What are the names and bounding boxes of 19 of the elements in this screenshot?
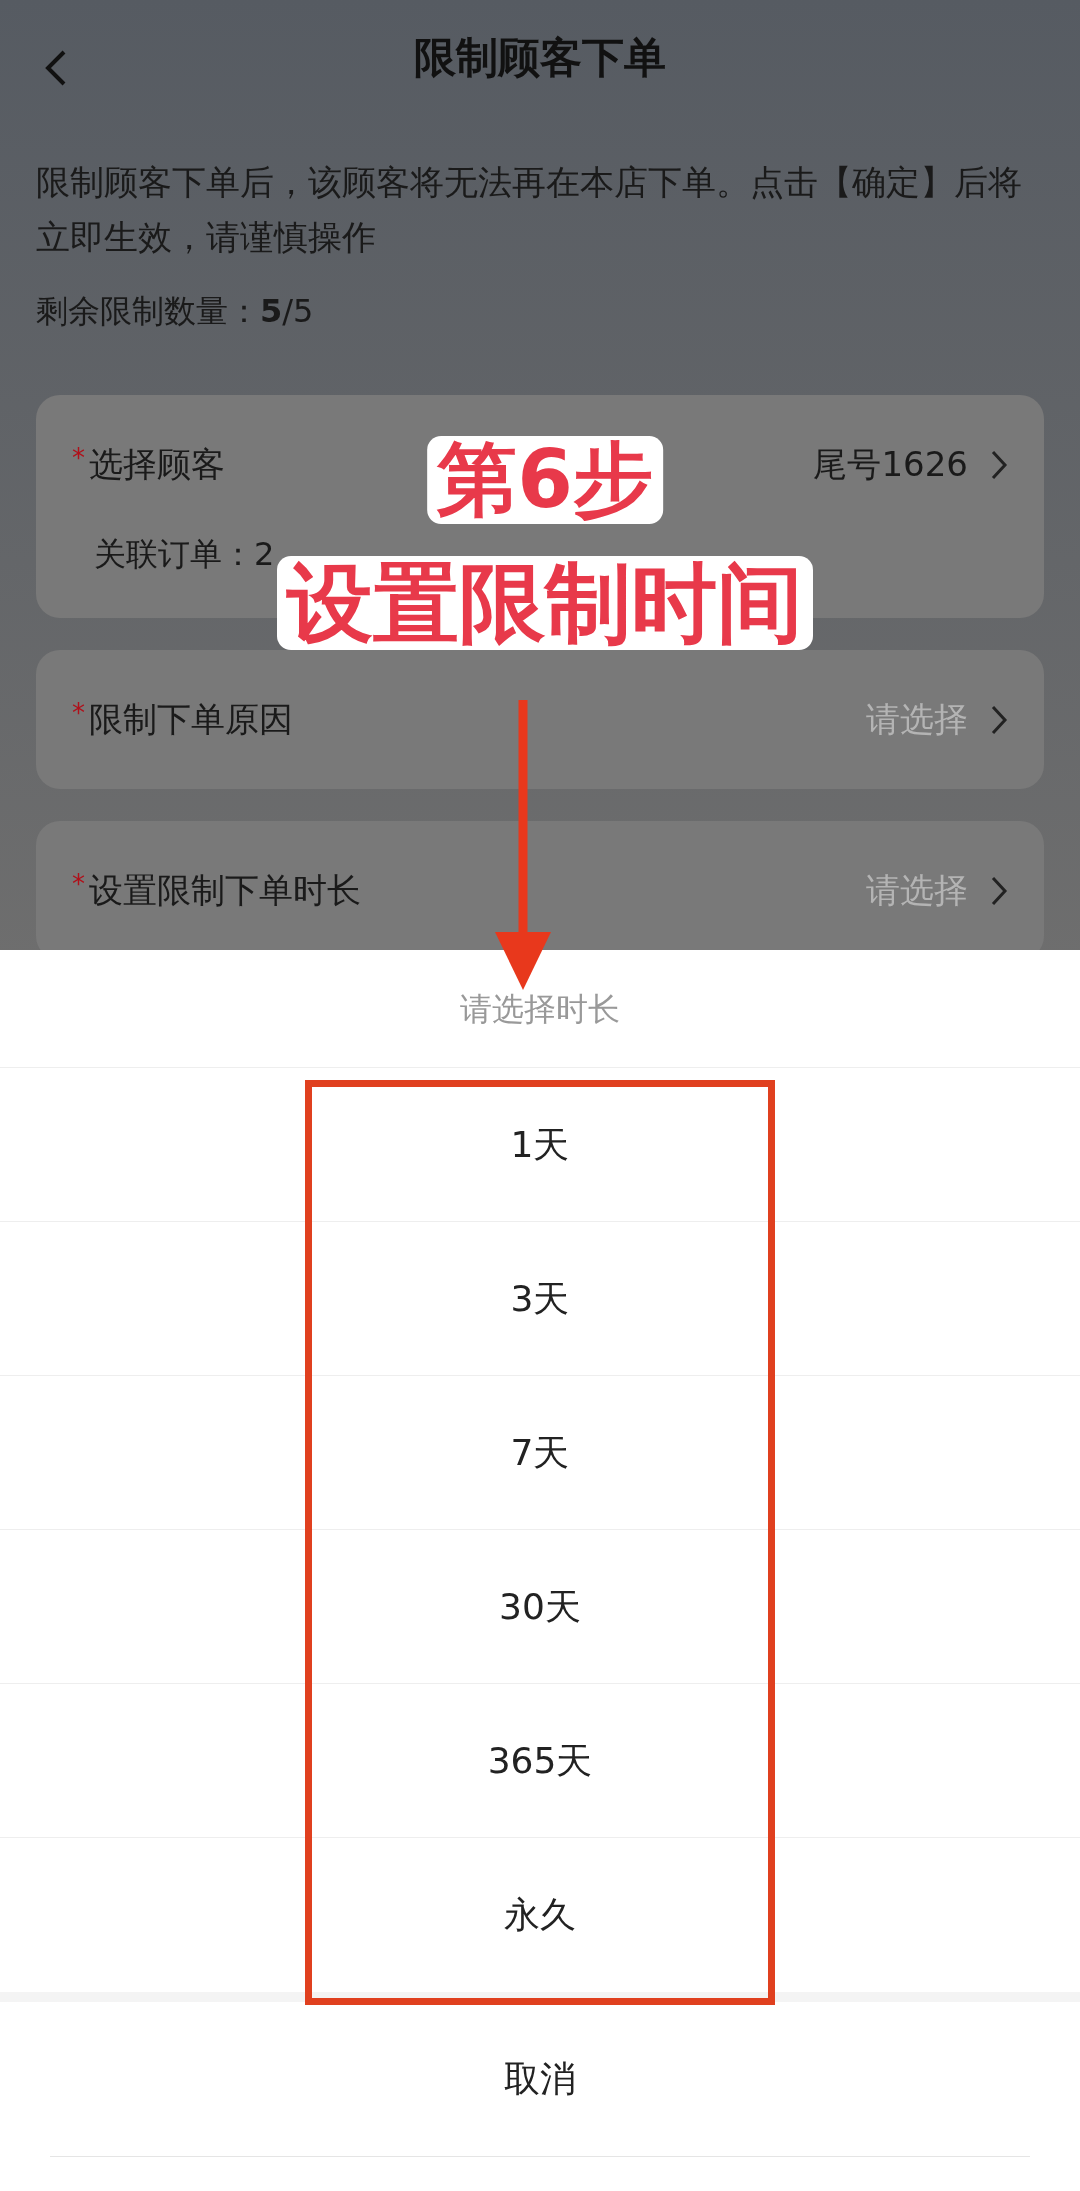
field-value: 尾号1626 — [813, 443, 968, 486]
field-label: 限制下单原因 — [89, 698, 293, 741]
field-placeholder: 请选择 — [866, 869, 968, 912]
form-card[interactable]: *限制下单原因 请选择 — [36, 650, 1044, 789]
chevron-right-icon — [990, 703, 1008, 736]
required-mark: * — [72, 442, 85, 475]
page-title: 限制顾客下单 — [414, 32, 666, 84]
chevron-right-icon — [990, 448, 1008, 481]
field-label: 设置限制下单时长 — [89, 869, 361, 912]
notice-text: 限制顾客下单后，该顾客将无法再在本店下单。点击【确定】后将立即生效，请谨慎操作 — [36, 162, 1023, 259]
required-mark: * — [72, 697, 85, 730]
linked-order: 关联订单：2 — [93, 534, 276, 575]
chevron-right-icon — [990, 874, 1008, 907]
field-label: 选择顾客 — [89, 443, 225, 486]
required-mark: * — [72, 868, 85, 901]
annotation-step: 第6步 — [427, 436, 663, 524]
field-placeholder: 请选择 — [866, 698, 968, 741]
annotation-caption: 设置限制时间 — [277, 556, 813, 650]
remaining-count: 剩余限制数量：5/5 — [36, 291, 315, 332]
